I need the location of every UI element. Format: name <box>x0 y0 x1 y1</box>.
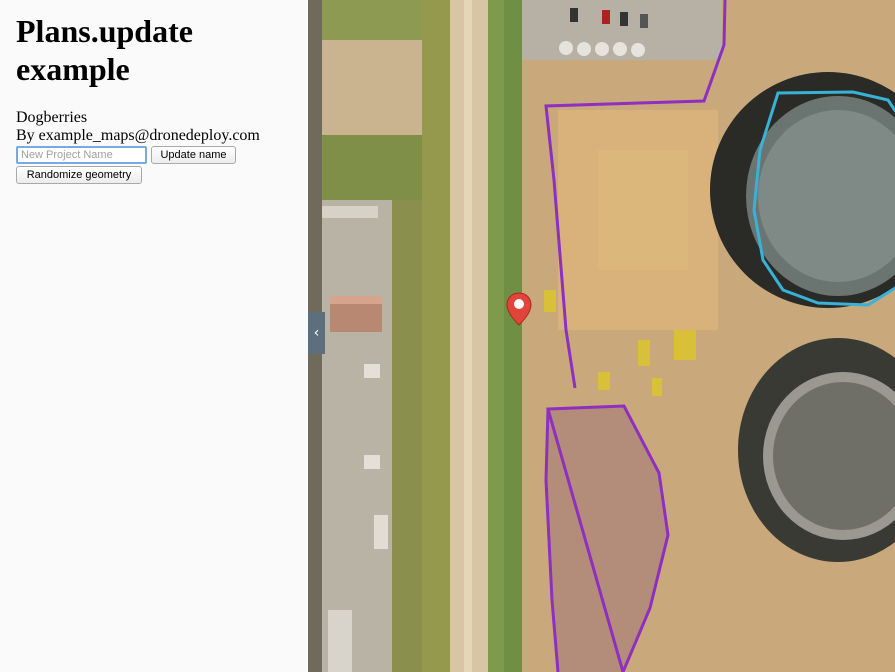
sidebar: Plans.update example Dogberries By examp… <box>0 0 308 672</box>
page-title: Plans.update example <box>16 13 193 87</box>
chevron-left-icon[interactable]: ‹ <box>308 312 325 354</box>
project-name: Dogberries <box>16 109 88 126</box>
randomize-geometry-button[interactable]: Randomize geometry <box>16 166 142 184</box>
map-pin-icon[interactable] <box>506 292 532 326</box>
map-view[interactable] <box>308 0 895 672</box>
project-owner: By example_maps@dronedeploy.com <box>16 127 260 144</box>
aerial-imagery <box>308 0 895 672</box>
project-name-input[interactable] <box>16 146 147 164</box>
update-name-button[interactable]: Update name <box>151 146 236 164</box>
